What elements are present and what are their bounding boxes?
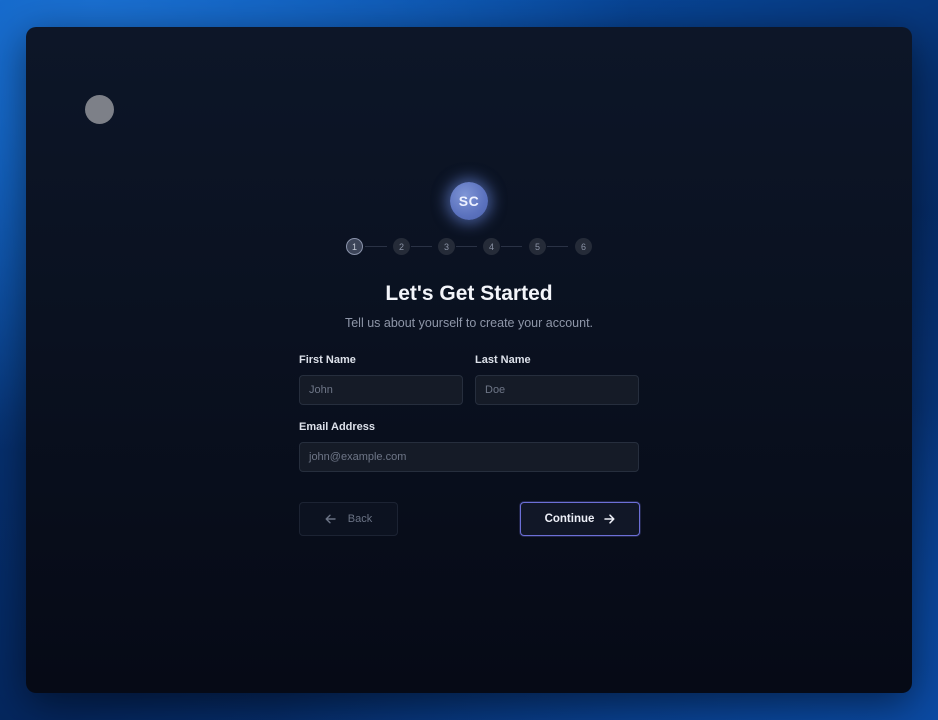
step-connector (456, 246, 477, 247)
step-2[interactable]: 2 (393, 238, 410, 255)
back-button-label: Back (347, 513, 373, 525)
avatar-initials: SC (458, 193, 480, 209)
step-number: 1 (351, 241, 357, 252)
onboarding-window: SC 1 2 3 4 5 6 Let's Get Started Tell us… (26, 27, 912, 693)
step-1[interactable]: 1 (346, 238, 363, 255)
step-connector (411, 246, 432, 247)
email-placeholder: john@example.com (309, 451, 407, 463)
last-name-placeholder: Doe (485, 384, 506, 396)
last-name-label: Last Name (475, 354, 531, 366)
page-subtitle: Tell us about yourself to create your ac… (344, 316, 594, 330)
step-connector (547, 246, 568, 247)
continue-button-label: Continue (544, 513, 595, 525)
step-3[interactable]: 3 (438, 238, 455, 255)
first-name-field[interactable]: John (299, 375, 463, 405)
continue-button[interactable]: Continue (520, 502, 640, 536)
arrow-right-icon (604, 514, 615, 524)
page-title: Let's Get Started (385, 282, 553, 305)
step-6[interactable]: 6 (575, 238, 592, 255)
step-connector (365, 246, 387, 247)
step-4[interactable]: 4 (483, 238, 500, 255)
step-number: 4 (488, 241, 494, 252)
window-indicator-dot (85, 95, 114, 124)
step-number: 2 (398, 241, 404, 252)
progress-stepper: 1 2 3 4 5 6 (346, 238, 594, 256)
last-name-field[interactable]: Doe (475, 375, 639, 405)
first-name-placeholder: John (309, 384, 333, 396)
step-number: 6 (580, 241, 586, 252)
back-button[interactable]: Back (299, 502, 398, 536)
email-label: Email Address (299, 421, 376, 433)
email-field[interactable]: john@example.com (299, 442, 639, 472)
step-connector (501, 246, 522, 247)
step-number: 3 (443, 241, 449, 252)
step-5[interactable]: 5 (529, 238, 546, 255)
arrow-left-icon (325, 514, 336, 524)
first-name-label: First Name (299, 354, 356, 366)
avatar: SC (450, 182, 488, 220)
step-number: 5 (534, 241, 540, 252)
